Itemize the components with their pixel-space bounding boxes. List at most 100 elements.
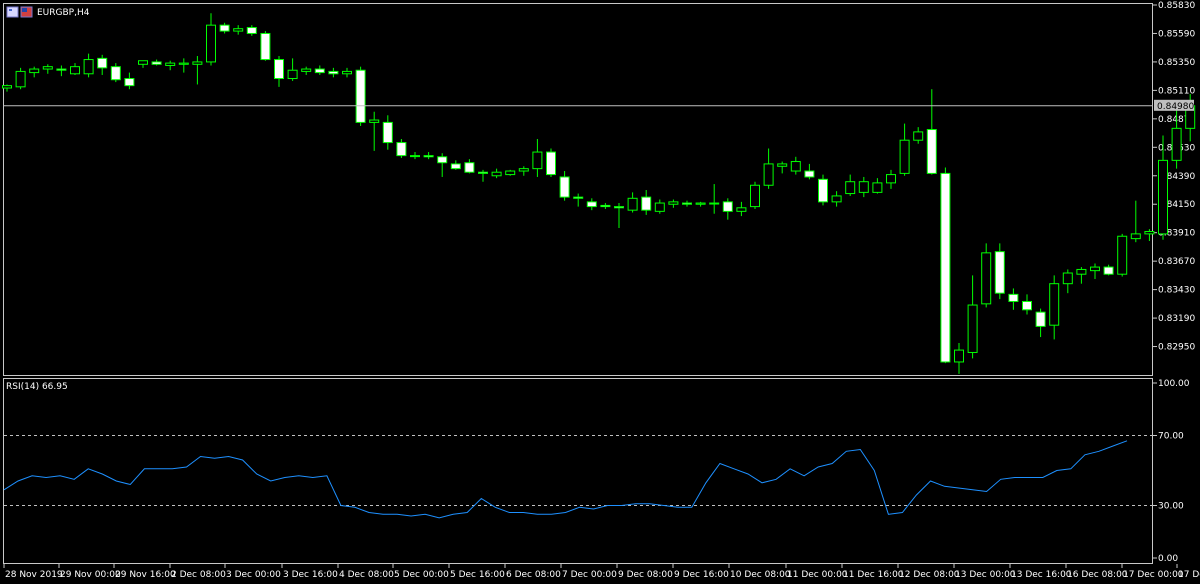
price-tick-label: 0.85350 <box>1158 58 1195 68</box>
time-tick-label: 9 Dec 08:00 <box>618 570 673 580</box>
candle-body-bull <box>138 60 148 65</box>
candle-body-bull <box>410 155 420 158</box>
price-tick-label: 0.83670 <box>1158 257 1195 267</box>
candle-body-bear <box>818 178 828 203</box>
candle-body-bear <box>423 155 434 158</box>
candle-body-bear <box>1022 300 1032 311</box>
chart-background <box>0 0 1200 584</box>
candle <box>818 174 828 206</box>
candle-body-bear <box>328 70 339 75</box>
candle-body-bull <box>627 197 638 211</box>
candle-body-bull <box>1158 159 1168 235</box>
candle <box>981 243 992 308</box>
candle <box>505 169 516 176</box>
candle-body-bear <box>994 251 1005 294</box>
time-tick-label: 3 Dec 16:00 <box>283 570 338 580</box>
candle-body-bull <box>70 66 80 75</box>
candle-body-bull <box>178 62 189 65</box>
candle <box>546 148 556 177</box>
candle-body-bull <box>899 139 910 174</box>
rsi-label: RSI(14) 66.95 <box>6 382 68 392</box>
candle-body-bull <box>777 163 788 167</box>
candle-body-bull <box>532 151 543 170</box>
time-tick-label: 17 Dec 00:00 <box>1123 570 1184 580</box>
time-tick-label: 7 Dec 00:00 <box>562 570 617 580</box>
candle-body-bull <box>518 168 529 172</box>
candle-body-bull <box>709 202 720 205</box>
time-tick-label: 29 Nov 16:00 <box>115 570 176 580</box>
candle-body-bull <box>83 59 94 75</box>
candle-body-bear <box>314 68 325 74</box>
candle-body-bull <box>913 131 924 141</box>
candle-body-bull <box>763 163 774 186</box>
candle-body-bull <box>736 207 747 212</box>
time-tick-label: 4 Dec 08:00 <box>339 570 394 580</box>
candle-body-bear <box>151 61 162 65</box>
candle-body-bear <box>559 176 570 198</box>
candle-body-bear <box>382 121 393 144</box>
time-tick-label: 3 Dec 00:00 <box>226 570 281 580</box>
price-tick-label: 0.83190 <box>1158 314 1195 324</box>
candle-body-bull <box>1130 233 1141 240</box>
candle-body-bear <box>246 27 257 34</box>
candle <box>940 167 951 364</box>
candle <box>994 243 1005 300</box>
candle-body-bear <box>1035 311 1046 327</box>
candle-body-bear <box>641 196 652 211</box>
candle-body-bull <box>1049 283 1060 326</box>
candle-body-bull <box>1171 127 1182 161</box>
candle-body-bear <box>546 151 556 176</box>
candle-body-bear <box>478 171 488 174</box>
candle-body-bear <box>260 32 271 61</box>
price-tick-label: 0.85590 <box>1158 29 1195 39</box>
candle-body-bear <box>355 69 366 123</box>
candle-body-bear <box>97 57 108 69</box>
time-tick-label: 12 Dec 08:00 <box>899 570 960 580</box>
price-tick-label: 0.85830 <box>1158 1 1195 11</box>
candle-body-bull <box>872 182 883 193</box>
flag-eu-icon <box>6 6 19 18</box>
candle-body-bull <box>858 181 869 193</box>
candle-body-bull <box>233 28 244 32</box>
candle-body-bear <box>586 201 597 208</box>
time-tick-label: 5 Dec 00:00 <box>394 570 449 580</box>
candle-body-bull <box>981 252 992 305</box>
rsi-tick-label: 100.00 <box>1158 379 1190 389</box>
flag-eu-icon-detail <box>9 9 12 11</box>
candle-body-bull <box>954 349 964 363</box>
candle-body-bull <box>192 61 203 65</box>
candle-body-bear <box>682 202 692 205</box>
candle-body-bull <box>165 62 176 66</box>
time-tick-label: 9 Dec 16:00 <box>674 570 729 580</box>
candle-body-bear <box>926 129 937 174</box>
candle <box>355 66 366 126</box>
time-tick-label: 16 Dec 08:00 <box>1067 570 1128 580</box>
candle-body-bull <box>1062 272 1073 285</box>
rsi-tick-label: 30.00 <box>1158 502 1184 512</box>
candle <box>15 67 26 90</box>
bid-price-label: 0.84980 <box>1157 102 1194 112</box>
candle-body-bull <box>301 68 312 72</box>
candle-body-bear <box>56 68 67 71</box>
time-tick-label: 28 Nov 2019 <box>5 570 63 580</box>
time-tick-label: 5 Dec 16:00 <box>450 570 505 580</box>
candle-body-bear <box>110 66 121 81</box>
time-tick-label: 10 Dec 08:00 <box>730 570 791 580</box>
candle-body-bull <box>342 70 352 75</box>
candle-body-bull <box>831 195 842 203</box>
candle-body-bull <box>1117 235 1128 275</box>
candle-body-bull <box>287 69 298 80</box>
candle-body-bear <box>124 78 135 87</box>
candle-body-bull <box>654 202 665 212</box>
candle-body-bull <box>1090 266 1100 272</box>
price-tick-label: 0.83430 <box>1158 286 1195 296</box>
candle-body-bull <box>668 201 679 205</box>
candle-body-bear <box>274 59 284 80</box>
candle-body-bull <box>491 171 502 177</box>
time-tick-label: 13 Dec 16:00 <box>1011 570 1072 580</box>
candle-body-bull <box>369 119 380 123</box>
time-tick-label: 17 Dec 16:00 <box>1178 570 1200 580</box>
candle-body-bull <box>845 181 856 195</box>
candle-body-bull <box>15 70 26 88</box>
trading-chart[interactable]: 0.858300.855900.853500.851100.848700.846… <box>0 0 1200 584</box>
